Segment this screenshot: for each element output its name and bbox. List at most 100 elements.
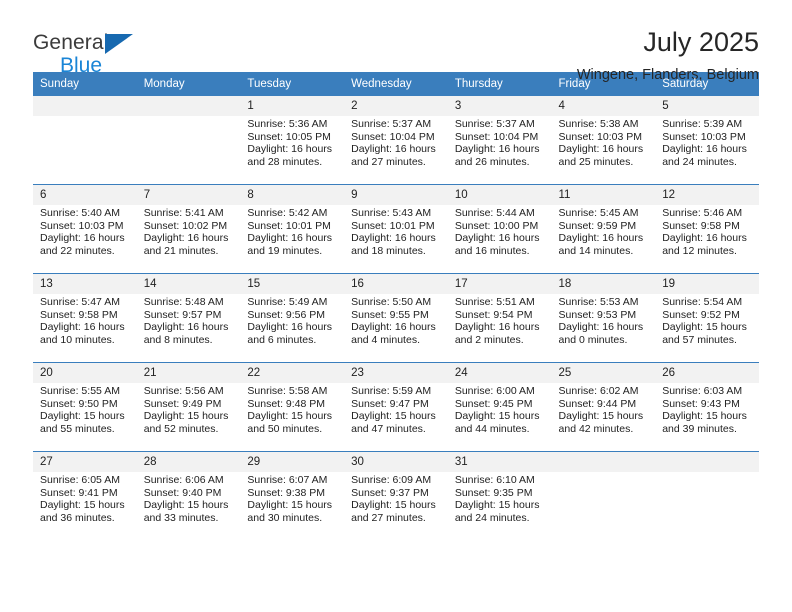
- day-detail-cell[interactable]: Sunrise: 5:47 AM Sunset: 9:58 PM Daylight:…: [33, 294, 137, 362]
- day-sunset-text: Sunset: 9:52 PM: [662, 308, 740, 321]
- day-number-cell[interactable]: 18: [551, 274, 656, 294]
- day-detail-cell[interactable]: Sunrise: 5:38 AM Sunset: 10:03 PM Daylight…: [551, 116, 656, 184]
- day-number-cell[interactable]: 26: [655, 363, 759, 383]
- day-detail-empty: [33, 116, 137, 184]
- day-detail-cell[interactable]: Sunrise: 5:54 AM Sunset: 9:52 PM Daylight:…: [655, 294, 759, 362]
- title-block: July 2025 Wingene, Flanders, Belgium: [577, 26, 759, 85]
- day-number-cell[interactable]: 27: [33, 452, 137, 472]
- day-sunset-text: Sunset: 9:56 PM: [247, 308, 326, 321]
- day-detail-cell[interactable]: Sunrise: 6:00 AM Sunset: 9:45 PM Daylight:…: [447, 383, 552, 451]
- logo-text-blue: Blue: [60, 54, 103, 77]
- day-daylight-2-text: and 24 minutes.: [454, 511, 530, 524]
- day-sunrise-text: Sunrise: 5:37 AM: [454, 118, 535, 130]
- day-detail-cell[interactable]: Sunrise: 5:37 AM Sunset: 10:04 PM Daylight…: [447, 116, 552, 184]
- day-number-cell[interactable]: 15: [240, 274, 345, 294]
- day-sunrise-text: Sunrise: 5:55 AM: [40, 385, 120, 397]
- day-number-cell[interactable]: 19: [655, 274, 759, 294]
- day-daylight-1-text: Daylight: 16 hours: [662, 143, 747, 156]
- day-detail-cell[interactable]: Sunrise: 6:02 AM Sunset: 9:44 PM Daylight:…: [551, 383, 656, 451]
- logo-text-general: General: [33, 31, 109, 54]
- day-number-cell[interactable]: 8: [240, 185, 345, 205]
- day-detail-cell[interactable]: Sunrise: 5:46 AM Sunset: 9:58 PM Daylight:…: [655, 205, 759, 273]
- day-number-cell[interactable]: 20: [33, 363, 137, 383]
- day-daylight-1-text: Daylight: 15 hours: [454, 410, 540, 423]
- day-detail-cell[interactable]: Sunrise: 5:45 AM Sunset: 9:59 PM Daylight:…: [551, 205, 656, 273]
- day-daylight-2-text: and 21 minutes.: [143, 244, 219, 257]
- day-detail-cell[interactable]: Sunrise: 5:49 AM Sunset: 9:56 PM Daylight:…: [240, 294, 345, 362]
- day-number-cell[interactable]: 25: [551, 363, 656, 383]
- day-detail-cell[interactable]: Sunrise: 5:42 AM Sunset: 10:01 PM Daylight…: [240, 205, 345, 273]
- day-detail-cell[interactable]: Sunrise: 5:59 AM Sunset: 9:47 PM Daylight:…: [344, 383, 448, 451]
- day-detail-cell[interactable]: Sunrise: 5:41 AM Sunset: 10:02 PM Daylight…: [136, 205, 241, 273]
- day-detail-cell[interactable]: Sunrise: 5:36 AM Sunset: 10:05 PM Daylight…: [240, 116, 345, 184]
- day-daylight-2-text: and 50 minutes.: [247, 422, 323, 435]
- day-number-cell[interactable]: 23: [344, 363, 448, 383]
- day-number-cell[interactable]: 14: [136, 274, 241, 294]
- logo-general-blue[interactable]: General Blue: [33, 26, 153, 77]
- day-number-cell[interactable]: 24: [447, 363, 552, 383]
- day-detail-cell[interactable]: Sunrise: 6:09 AM Sunset: 9:37 PM Daylight:…: [344, 472, 448, 540]
- day-daylight-2-text: and 22 minutes.: [40, 244, 115, 257]
- calendar-page: General Blue July 2025 Wingene, Flanders…: [0, 0, 792, 612]
- day-number-cell[interactable]: 7: [136, 185, 241, 205]
- day-sunrise-text: Sunrise: 5:51 AM: [454, 296, 535, 308]
- day-daylight-1-text: Daylight: 16 hours: [662, 232, 747, 245]
- day-detail-cell[interactable]: Sunrise: 5:58 AM Sunset: 9:48 PM Daylight:…: [240, 383, 345, 451]
- day-number-cell[interactable]: 6: [33, 185, 137, 205]
- day-detail-cell[interactable]: Sunrise: 5:55 AM Sunset: 9:50 PM Daylight:…: [33, 383, 137, 451]
- day-number-cell[interactable]: 16: [344, 274, 448, 294]
- day-number-cell[interactable]: 5: [655, 96, 759, 116]
- day-detail-cell[interactable]: Sunrise: 5:39 AM Sunset: 10:03 PM Daylight…: [655, 116, 759, 184]
- day-sunrise-text: Sunrise: 5:47 AM: [40, 296, 120, 308]
- week-detail-row: Sunrise: 6:05 AM Sunset: 9:41 PM Daylight:…: [33, 472, 759, 540]
- day-number-cell[interactable]: 9: [344, 185, 448, 205]
- day-number-cell[interactable]: 4: [551, 96, 656, 116]
- weekday-header-wednesday: Wednesday: [344, 72, 448, 96]
- day-daylight-1-text: Daylight: 16 hours: [40, 232, 125, 245]
- day-detail-cell[interactable]: Sunrise: 6:05 AM Sunset: 9:41 PM Daylight:…: [33, 472, 137, 540]
- day-detail-cell[interactable]: Sunrise: 5:40 AM Sunset: 10:03 PM Daylight…: [33, 205, 137, 273]
- day-sunrise-text: Sunrise: 6:02 AM: [558, 385, 639, 397]
- day-number-cell[interactable]: 22: [240, 363, 345, 383]
- day-number-cell[interactable]: 13: [33, 274, 137, 294]
- day-daylight-2-text: and 28 minutes.: [247, 155, 323, 168]
- day-daylight-1-text: Daylight: 15 hours: [40, 410, 125, 423]
- day-daylight-2-text: and 52 minutes.: [143, 422, 219, 435]
- day-number-cell[interactable]: 10: [447, 185, 552, 205]
- day-sunrise-text: Sunrise: 5:39 AM: [662, 118, 743, 130]
- day-number-cell[interactable]: 11: [551, 185, 656, 205]
- day-number-cell[interactable]: 17: [447, 274, 552, 294]
- day-number-cell[interactable]: 3: [447, 96, 552, 116]
- day-detail-cell[interactable]: Sunrise: 6:07 AM Sunset: 9:38 PM Daylight:…: [240, 472, 345, 540]
- day-detail-cell[interactable]: Sunrise: 5:50 AM Sunset: 9:55 PM Daylight:…: [344, 294, 448, 362]
- day-sunrise-text: Sunrise: 6:05 AM: [40, 474, 120, 486]
- day-number-cell[interactable]: 1: [240, 96, 345, 116]
- day-number-cell[interactable]: 2: [344, 96, 448, 116]
- day-sunrise-text: Sunrise: 5:43 AM: [351, 207, 432, 219]
- day-daylight-2-text: and 25 minutes.: [558, 155, 634, 168]
- day-detail-cell[interactable]: Sunrise: 6:03 AM Sunset: 9:43 PM Daylight:…: [655, 383, 759, 451]
- day-detail-cell[interactable]: Sunrise: 6:10 AM Sunset: 9:35 PM Daylight:…: [447, 472, 552, 540]
- day-number-cell[interactable]: 28: [136, 452, 241, 472]
- day-daylight-2-text: and 27 minutes.: [351, 155, 426, 168]
- week-detail-row: Sunrise: 5:36 AM Sunset: 10:05 PM Daylight…: [33, 116, 759, 184]
- day-detail-cell[interactable]: Sunrise: 5:44 AM Sunset: 10:00 PM Daylight…: [447, 205, 552, 273]
- day-detail-cell[interactable]: Sunrise: 5:51 AM Sunset: 9:54 PM Daylight:…: [447, 294, 552, 362]
- day-number-cell[interactable]: 30: [344, 452, 448, 472]
- day-number-cell[interactable]: 21: [136, 363, 241, 383]
- day-number-cell[interactable]: 29: [240, 452, 345, 472]
- day-daylight-2-text: and 55 minutes.: [40, 422, 115, 435]
- day-number-cell[interactable]: 12: [655, 185, 759, 205]
- day-detail-cell[interactable]: Sunrise: 6:06 AM Sunset: 9:40 PM Daylight:…: [136, 472, 241, 540]
- day-detail-cell[interactable]: Sunrise: 5:53 AM Sunset: 9:53 PM Daylight:…: [551, 294, 656, 362]
- day-daylight-1-text: Daylight: 16 hours: [454, 232, 540, 245]
- day-sunrise-text: Sunrise: 5:41 AM: [143, 207, 224, 219]
- day-detail-cell[interactable]: Sunrise: 5:48 AM Sunset: 9:57 PM Daylight:…: [136, 294, 241, 362]
- day-detail-empty: [551, 472, 656, 540]
- day-detail-cell[interactable]: Sunrise: 5:43 AM Sunset: 10:01 PM Daylight…: [344, 205, 448, 273]
- day-daylight-1-text: Daylight: 16 hours: [558, 321, 644, 334]
- day-detail-cell[interactable]: Sunrise: 5:56 AM Sunset: 9:49 PM Daylight:…: [136, 383, 241, 451]
- day-detail-cell[interactable]: Sunrise: 5:37 AM Sunset: 10:04 PM Daylight…: [344, 116, 448, 184]
- day-daylight-1-text: Daylight: 15 hours: [662, 410, 747, 423]
- day-number-cell[interactable]: 31: [447, 452, 552, 472]
